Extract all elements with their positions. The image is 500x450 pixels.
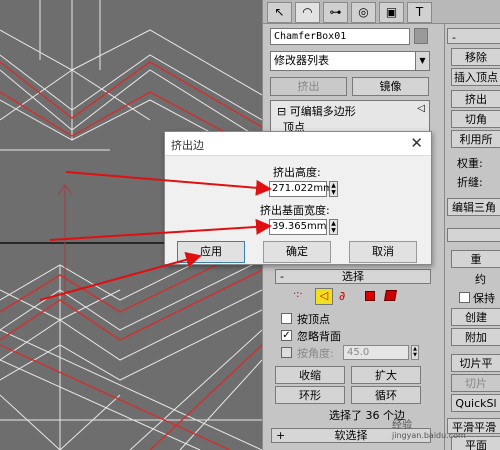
extrude-base-width-input[interactable]: 39.365mm <box>269 219 327 235</box>
apply-button[interactable]: 应用 <box>177 241 245 263</box>
extrude-base-width-spinner[interactable]: ▲ ▼ <box>329 219 338 235</box>
preserve-uvs-label: 保持 <box>473 292 495 305</box>
extrude-height-input[interactable]: 271.022mm <box>269 181 333 197</box>
ring-button[interactable]: 环形 <box>275 386 345 404</box>
polygon-mode-icon[interactable] <box>365 291 375 301</box>
weight-label: 权重: <box>457 157 483 170</box>
extrude-base-width-label: 挤出基面宽度: <box>260 204 330 217</box>
cancel-button[interactable]: 取消 <box>349 241 417 263</box>
edge-mode-icon[interactable]: ◁ <box>315 288 333 305</box>
modifier-list-dropdown[interactable]: 修改器列表 ▼ <box>270 51 430 71</box>
extrude-height-label: 挤出高度: <box>273 166 321 179</box>
stack-item-label: 可编辑多边形 <box>289 105 356 118</box>
element-mode-icon[interactable] <box>384 290 397 301</box>
slice-button[interactable]: 切片 <box>451 374 500 392</box>
collapse-icon: ⊟ <box>277 105 287 118</box>
edit-edges-column: - 移除 插入顶点 挤出 切角 利用所 权重: 折缝: 编辑三角 重 约 保持 … <box>444 24 500 450</box>
display-icon[interactable]: ▣ <box>379 2 404 23</box>
ignore-backfacing-checkbox[interactable]: ✓ <box>281 330 292 341</box>
ok-button[interactable]: 确定 <box>263 241 331 263</box>
repeat-last-button[interactable]: 重 <box>451 250 500 268</box>
extrude-height-spinner[interactable]: ▲ ▼ <box>329 181 338 197</box>
watermark-url: jingyan.baidu.com <box>392 431 466 440</box>
shrink-button[interactable]: 收缩 <box>275 366 345 384</box>
slice-plane-button[interactable]: 切片平 <box>451 354 500 372</box>
vertex-mode-icon[interactable]: ·:· <box>293 289 303 300</box>
extrude-edges-dialog: 挤出边 ✕ 挤出高度: 271.022mm ▲ ▼ 挤出基面宽度: 39.365m… <box>164 131 432 265</box>
motion-icon[interactable]: ◎ <box>351 2 376 23</box>
extrude-edge-button[interactable]: 挤出 <box>451 90 500 108</box>
object-name-field[interactable]: ChamferBox01 <box>270 28 410 45</box>
ignore-backfacing-label: 忽略背面 <box>297 330 341 343</box>
create-button[interactable]: 创建 <box>451 308 500 326</box>
dialog-title-bar[interactable]: 挤出边 ✕ <box>165 132 431 156</box>
pin-icon[interactable]: ◁ <box>417 103 425 114</box>
modify-icon[interactable]: ◠ <box>295 2 320 23</box>
soft-selection-rollout-title: 软选择 <box>334 429 368 442</box>
loop-button[interactable]: 循环 <box>351 386 421 404</box>
watermark-title: 经验 <box>392 420 412 431</box>
edit-geometry-header[interactable] <box>447 228 500 242</box>
crease-label: 折缝: <box>457 176 483 189</box>
angle-threshold-input[interactable]: 45.0 <box>343 345 409 360</box>
by-angle-label: 按角度: <box>297 347 334 360</box>
constraints-label: 约 <box>475 273 486 286</box>
subobject-icons: ·:· ◁ ∂ <box>293 288 433 305</box>
close-icon[interactable]: ✕ <box>410 134 423 152</box>
hierarchy-icon[interactable]: ⊶ <box>323 2 348 23</box>
selection-rollout-title: 选择 <box>342 270 364 283</box>
edit-edges-header[interactable]: - <box>447 28 500 44</box>
selection-rollout-header[interactable]: - 选择 <box>275 269 431 284</box>
extrude-button[interactable]: 挤出 <box>270 77 347 96</box>
by-angle-checkbox[interactable] <box>281 347 292 358</box>
quickslice-button[interactable]: QuickSl <box>451 394 500 412</box>
dialog-title: 挤出边 <box>171 139 204 152</box>
cursor-icon[interactable]: ↖ <box>267 2 292 23</box>
stack-item-editable-poly[interactable]: ⊟ 可编辑多边形 <box>277 103 356 119</box>
grow-button[interactable]: 扩大 <box>351 366 421 384</box>
attach-button[interactable]: 附加 <box>451 328 500 346</box>
chevron-down-icon: ▼ <box>415 52 429 70</box>
edit-triangulation-button[interactable]: 编辑三角 <box>447 198 500 216</box>
modifier-list-label: 修改器列表 <box>274 54 329 67</box>
insert-vertex-button[interactable]: 插入顶点 <box>451 68 500 86</box>
angle-spinner[interactable]: ▲ ▼ <box>411 345 419 360</box>
baidu-jingyan-watermark: 经验 jingyan.baidu.com <box>392 416 466 440</box>
utilities-icon[interactable]: T <box>407 2 432 23</box>
remove-button[interactable]: 移除 <box>451 48 500 66</box>
by-vertex-checkbox[interactable] <box>281 313 292 324</box>
chamfer-button[interactable]: 切角 <box>451 110 500 128</box>
mirror-button[interactable]: 镜像 <box>352 77 429 96</box>
border-mode-icon[interactable]: ∂ <box>339 289 345 303</box>
preserve-uvs-checkbox[interactable] <box>459 292 470 303</box>
command-panel-tabs: ↖ ◠ ⊶ ◎ ▣ T <box>263 0 500 24</box>
object-color-swatch[interactable] <box>414 28 428 44</box>
by-vertex-label: 按顶点 <box>297 313 330 326</box>
use-all-button[interactable]: 利用所 <box>451 130 500 148</box>
